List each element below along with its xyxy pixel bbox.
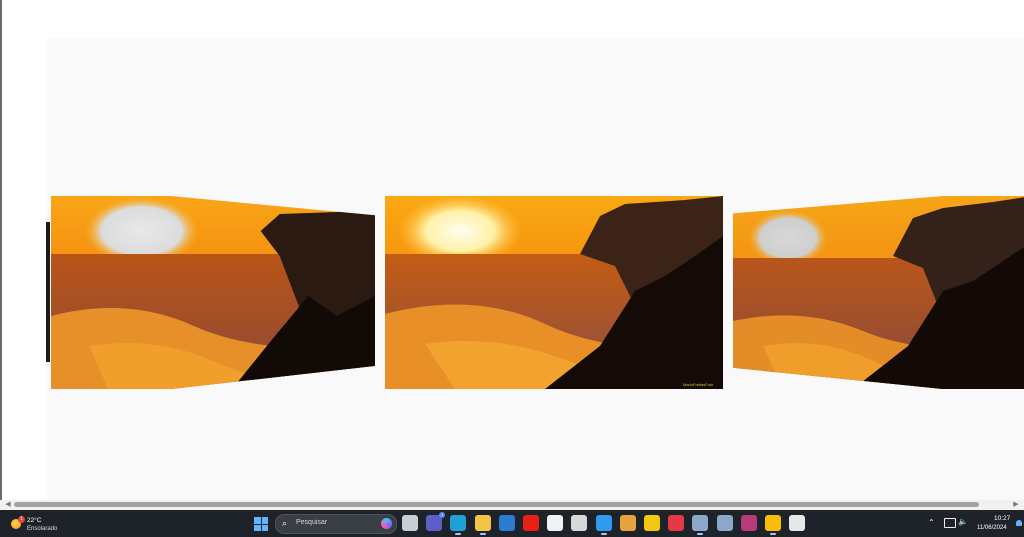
mail-icon[interactable]: [498, 515, 515, 531]
browser-page: MarioFreitasFoto: [2, 0, 1024, 500]
taskbar: 1 22°C Ensolarado ⌕ Pesquisar 1 ⌃ 🔈 10:2…: [0, 510, 1024, 537]
clock-time[interactable]: 10:27: [994, 515, 1010, 522]
scroll-right-arrow-icon[interactable]: ▶: [1010, 500, 1022, 510]
image-slider: MarioFreitasFoto: [47, 38, 1024, 500]
slide-left[interactable]: [51, 196, 375, 389]
search-placeholder: Pesquisar: [296, 519, 328, 526]
weather-badge: 1: [18, 516, 25, 523]
windows-logo-icon: [254, 517, 261, 524]
teams-icon[interactable]: 1: [426, 512, 446, 531]
slide-center[interactable]: MarioFreitasFoto: [385, 196, 723, 389]
app-badge: 1: [439, 512, 446, 518]
start-button[interactable]: [254, 517, 268, 531]
sunset-beach-image-center: [385, 196, 723, 389]
scrollbar-thumb[interactable]: [14, 502, 979, 507]
slide-right[interactable]: [733, 196, 1024, 389]
search-icon: ⌕: [282, 518, 288, 528]
chevron-up-icon[interactable]: ⌃: [928, 518, 935, 527]
pgadmin-icon[interactable]: [692, 515, 709, 535]
store-icon[interactable]: [547, 515, 564, 531]
display-icon[interactable]: [944, 518, 956, 528]
clock-date[interactable]: 11/06/2024: [977, 525, 1007, 531]
chrome-icon[interactable]: [765, 515, 781, 535]
sunset-beach-image-right: [733, 196, 1024, 389]
snipping-icon[interactable]: [789, 515, 806, 531]
weather-condition: Ensolarado: [27, 526, 58, 532]
edge-icon[interactable]: [450, 515, 467, 535]
weather-temperature: 22°C: [27, 517, 42, 524]
vscode-icon[interactable]: [595, 515, 612, 535]
davinci-icon[interactable]: [571, 515, 588, 531]
photo-watermark: MarioFreitasFoto: [683, 382, 714, 387]
youtube-icon[interactable]: [523, 515, 539, 531]
horizontal-scrollbar[interactable]: ◀ ▶: [0, 500, 1024, 510]
taskbar-search[interactable]: ⌕ Pesquisar: [275, 514, 397, 534]
powerbi-icon[interactable]: [644, 515, 660, 531]
winrar-icon[interactable]: [740, 515, 757, 531]
git-icon[interactable]: [619, 515, 636, 531]
task-view-icon[interactable]: [402, 515, 418, 531]
sunset-beach-image-left: [51, 196, 375, 389]
pgadmin-2-icon[interactable]: [716, 515, 733, 531]
slide-shadow: [46, 222, 50, 362]
volume-icon[interactable]: 🔈: [958, 517, 968, 526]
file-explorer-icon[interactable]: [474, 515, 491, 535]
scroll-left-arrow-icon[interactable]: ◀: [2, 500, 14, 510]
app-red-icon[interactable]: [668, 515, 685, 531]
notification-bell-icon[interactable]: [1016, 520, 1022, 526]
copilot-icon[interactable]: [381, 518, 392, 529]
